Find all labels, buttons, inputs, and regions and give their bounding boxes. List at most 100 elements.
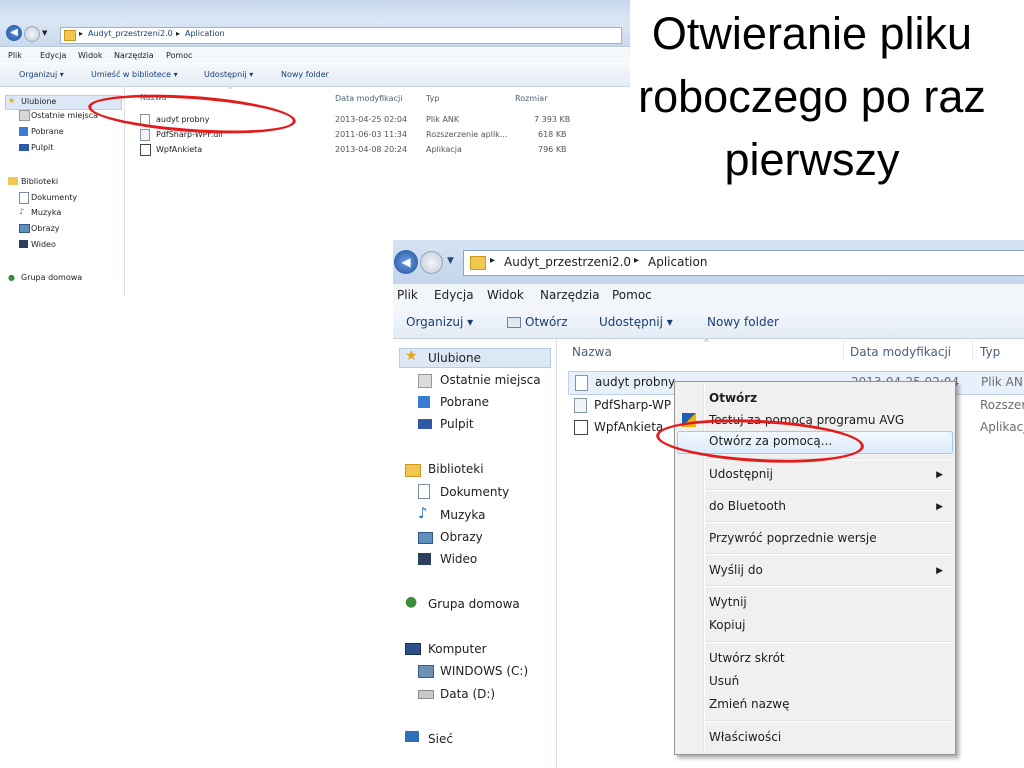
nav-item-drive-d[interactable]: Data (D:) bbox=[440, 687, 495, 701]
include-in-library-button[interactable]: Umieść w bibliotece ▾ bbox=[91, 70, 178, 79]
nav-computer[interactable]: Komputer bbox=[428, 642, 487, 656]
toolbar: Organizuj ▾ Umieść w bibliotece ▾ Udostę… bbox=[0, 64, 630, 87]
column-header-name[interactable]: Nazwa bbox=[572, 345, 612, 359]
column-header-type[interactable]: Typ bbox=[426, 94, 439, 103]
forward-icon[interactable] bbox=[24, 26, 40, 42]
nav-item-pictures[interactable]: Obrazy bbox=[31, 224, 60, 233]
nav-item-recent[interactable]: Ostatnie miejsca bbox=[31, 111, 98, 120]
menu-view[interactable]: Widok bbox=[78, 51, 103, 60]
nav-item-desktop[interactable]: Pulpit bbox=[440, 417, 474, 431]
nav-item-videos[interactable]: Wideo bbox=[440, 552, 477, 566]
file-date: 2011-06-03 11:34 bbox=[335, 130, 408, 139]
libraries-icon bbox=[8, 177, 18, 185]
menu-file[interactable]: Plik bbox=[397, 288, 418, 302]
nav-item-documents[interactable]: Dokumenty bbox=[31, 193, 77, 202]
downloads-icon bbox=[19, 127, 28, 136]
file-name[interactable]: audyt probny bbox=[595, 375, 675, 389]
column-header-type[interactable]: Typ bbox=[980, 345, 1000, 359]
nav-network[interactable]: Sieć bbox=[428, 732, 453, 746]
libraries-icon bbox=[405, 464, 421, 477]
menu-item-open[interactable]: Otwórz bbox=[709, 391, 757, 405]
menu-item-share[interactable]: Udostępnij bbox=[709, 467, 773, 481]
network-icon bbox=[405, 731, 419, 742]
back-icon[interactable]: ◀ bbox=[6, 25, 22, 41]
menu-item-cut[interactable]: Wytnij bbox=[709, 595, 747, 609]
sort-indicator-icon: ^ bbox=[228, 87, 234, 94]
documents-icon bbox=[418, 484, 430, 499]
breadcrumb-item[interactable]: Aplication bbox=[648, 255, 707, 269]
nav-favorites[interactable]: Ulubione bbox=[428, 351, 481, 365]
menu-item-create-shortcut[interactable]: Utwórz skrót bbox=[709, 651, 785, 665]
menu-item-bluetooth[interactable]: do Bluetooth bbox=[709, 499, 786, 513]
menu-help[interactable]: Pomoc bbox=[612, 288, 652, 302]
nav-item-drive-c[interactable]: WINDOWS (C:) bbox=[440, 664, 528, 678]
new-folder-button[interactable]: Nowy folder bbox=[707, 315, 779, 329]
nav-item-documents[interactable]: Dokumenty bbox=[440, 485, 509, 499]
nav-libraries[interactable]: Biblioteki bbox=[21, 177, 58, 186]
history-dropdown-icon[interactable]: ▼ bbox=[42, 29, 47, 37]
file-type: Plik ANK bbox=[981, 375, 1024, 389]
breadcrumb-item[interactable]: Audyt_przestrzeni2.0 bbox=[88, 29, 173, 38]
videos-icon bbox=[19, 240, 28, 248]
nav-item-downloads[interactable]: Pobrane bbox=[440, 395, 489, 409]
menu-help[interactable]: Pomoc bbox=[166, 51, 193, 60]
file-name[interactable]: WpfAnkieta bbox=[156, 145, 202, 154]
menu-item-copy[interactable]: Kopiuj bbox=[709, 618, 746, 632]
navigation-pane: ★ Ulubione Ostatnie miejsca Pobrane Pulp… bbox=[393, 338, 557, 768]
share-button[interactable]: Udostępnij ▾ bbox=[599, 315, 673, 329]
nav-item-videos[interactable]: Wideo bbox=[31, 240, 56, 249]
menu-edit[interactable]: Edycja bbox=[434, 288, 474, 302]
breadcrumb-item[interactable]: Audyt_przestrzeni2.0 bbox=[504, 255, 631, 269]
menu-tools[interactable]: Narzędzia bbox=[540, 288, 600, 302]
nav-item-recent[interactable]: Ostatnie miejsca bbox=[440, 373, 541, 387]
menu-item-restore-versions[interactable]: Przywróć poprzednie wersje bbox=[709, 531, 877, 545]
nav-item-pictures[interactable]: Obrazy bbox=[440, 530, 483, 544]
column-header-date[interactable]: Data modyfikacji bbox=[850, 345, 951, 359]
menu-separator bbox=[706, 720, 952, 722]
menu-file[interactable]: Plik bbox=[8, 51, 22, 60]
nav-item-music[interactable]: Muzyka bbox=[440, 508, 485, 522]
submenu-arrow-icon: ▶ bbox=[936, 566, 943, 576]
table-row[interactable]: WpfAnkieta 2013-04-08 20:24 Aplikacja 79… bbox=[124, 144, 630, 156]
forward-icon[interactable] bbox=[420, 251, 443, 274]
organize-button[interactable]: Organizuj ▾ bbox=[406, 315, 473, 329]
nav-homegroup[interactable]: Grupa domowa bbox=[21, 273, 82, 282]
column-header-size[interactable]: Rozmiar bbox=[515, 94, 548, 103]
organize-button[interactable]: Organizuj ▾ bbox=[19, 70, 64, 79]
menu-item-delete[interactable]: Usuń bbox=[709, 674, 739, 688]
breadcrumb-item[interactable]: Aplication bbox=[185, 29, 225, 38]
menu-edit[interactable]: Edycja bbox=[40, 51, 66, 60]
open-button[interactable]: Otwórz bbox=[525, 315, 568, 329]
menu-bar: Plik Edycja Widok Narzędzia Pomoc bbox=[0, 48, 630, 63]
title-bar bbox=[0, 0, 630, 22]
file-name[interactable]: PdfSharp-WP bbox=[594, 398, 671, 412]
breadcrumb[interactable]: ▸ Audyt_przestrzeni2.0 ▸ Aplication bbox=[60, 27, 622, 44]
new-folder-button[interactable]: Nowy folder bbox=[281, 70, 329, 79]
nav-libraries[interactable]: Biblioteki bbox=[428, 462, 484, 476]
history-dropdown-icon[interactable]: ▼ bbox=[447, 256, 454, 266]
breadcrumb[interactable]: ▸ Audyt_przestrzeni2.0 ▸ Aplication bbox=[463, 250, 1024, 276]
menu-bar: Plik Edycja Widok Narzędzia Pomoc bbox=[393, 284, 1024, 306]
nav-item-downloads[interactable]: Pobrane bbox=[31, 127, 64, 136]
menu-item-properties[interactable]: Właściwości bbox=[709, 730, 781, 744]
share-button[interactable]: Udostępnij ▾ bbox=[204, 70, 253, 79]
pictures-icon bbox=[19, 224, 30, 233]
menu-view[interactable]: Widok bbox=[487, 288, 524, 302]
menu-item-rename[interactable]: Zmień nazwę bbox=[709, 697, 790, 711]
submenu-arrow-icon: ▶ bbox=[936, 502, 943, 512]
music-icon: ♪ bbox=[418, 504, 428, 522]
nav-item-music[interactable]: Muzyka bbox=[31, 208, 61, 217]
recent-places-icon bbox=[418, 374, 432, 388]
nav-favorites[interactable]: Ulubione bbox=[21, 97, 56, 106]
back-icon[interactable]: ◀ bbox=[394, 250, 418, 274]
nav-item-desktop[interactable]: Pulpit bbox=[31, 143, 53, 152]
menu-tools[interactable]: Narzędzia bbox=[114, 51, 154, 60]
column-header-date[interactable]: Data modyfikacji bbox=[335, 94, 402, 103]
nav-homegroup[interactable]: Grupa domowa bbox=[428, 597, 520, 611]
music-icon: ♪ bbox=[19, 207, 25, 216]
file-date: 2013-04-08 20:24 bbox=[335, 145, 408, 154]
menu-item-send-to[interactable]: Wyślij do bbox=[709, 563, 763, 577]
star-icon: ★ bbox=[8, 96, 16, 105]
file-name[interactable]: WpfAnkieta bbox=[594, 420, 663, 434]
computer-icon bbox=[405, 643, 421, 655]
